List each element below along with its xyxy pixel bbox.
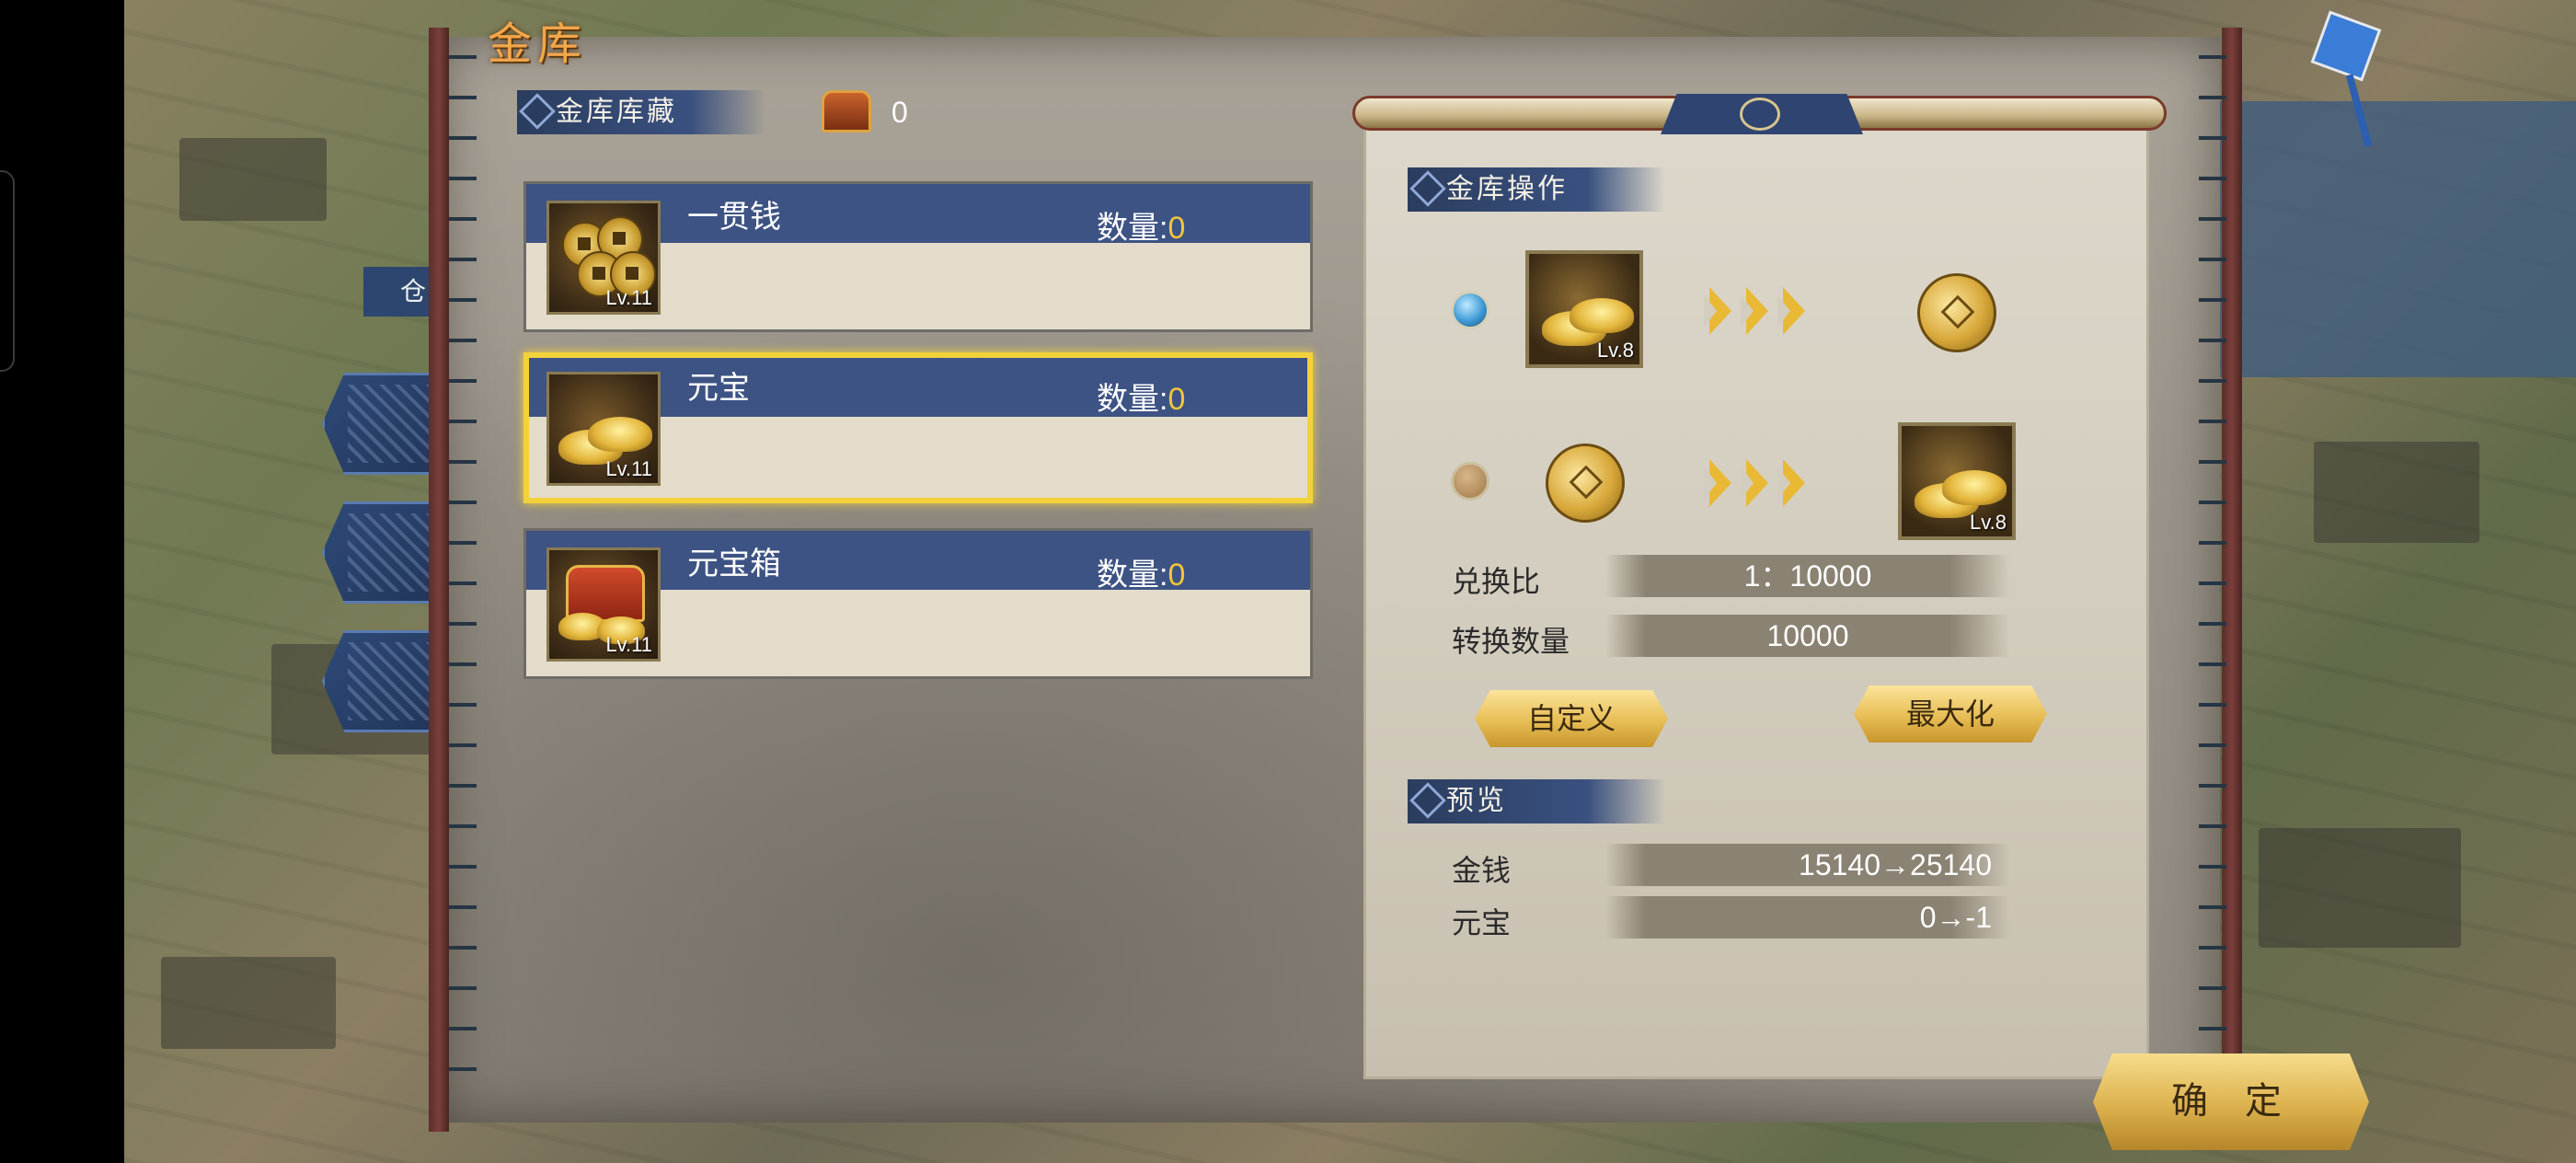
- copper-coin-icon: [1917, 273, 1996, 352]
- screen-edge: [0, 0, 124, 1163]
- ratio-label: 兑换比: [1452, 565, 1541, 598]
- treasure-chest-icon: [822, 90, 871, 132]
- ratio-value: 1：10000: [1605, 555, 2010, 597]
- diamond-icon: [1409, 170, 1446, 207]
- gold-ingot-slot-icon: Lv.8: [1525, 250, 1643, 368]
- treasury-header: 金库库藏: [517, 90, 765, 134]
- slot-level: Lv.8: [1597, 339, 1634, 362]
- preview-header: 预览: [1408, 779, 1665, 823]
- amount-value[interactable]: 10000: [1605, 615, 2010, 657]
- scroll-rod-left: [429, 28, 449, 1132]
- convert-arrows-icon: [1704, 283, 1829, 339]
- panel-title: 金库: [488, 18, 588, 70]
- treasury-item-ingot-chest[interactable]: Lv.11 元宝箱 数量:0: [523, 528, 1313, 679]
- diamond-icon: [519, 93, 556, 130]
- treasury-item-gold-ingot[interactable]: Lv.11 元宝 数量:0: [523, 352, 1313, 503]
- slot-level: Lv.8: [1970, 511, 2007, 534]
- amount-label: 转换数量: [1452, 625, 1570, 658]
- option-radio-coin-to-ingot[interactable]: [1451, 462, 1489, 501]
- operations-header-label: 金库操作: [1446, 174, 1568, 204]
- treasury-header-label: 金库库藏: [556, 97, 677, 127]
- item-name: 元宝: [687, 371, 750, 406]
- money-preview-value: 15140→25140: [1605, 844, 2010, 886]
- preview-header-label: 预览: [1446, 786, 1507, 816]
- gold-ingot-slot-icon: Lv.8: [1898, 422, 2016, 540]
- panel-border-right: [2199, 37, 2226, 1095]
- ingot-chest-icon: Lv.11: [546, 547, 661, 662]
- operations-header: 金库操作: [1408, 167, 1665, 212]
- treasury-item-coin-string[interactable]: Lv.11 一贯钱 数量:0: [523, 181, 1313, 332]
- item-level: Lv.11: [605, 457, 652, 480]
- side-tab-label: 仓: [400, 277, 427, 305]
- side-handle: [0, 170, 15, 372]
- item-level: Lv.11: [605, 633, 652, 656]
- chest-count: 0: [891, 96, 908, 129]
- money-label: 金钱: [1452, 854, 1512, 887]
- item-name: 元宝箱: [687, 547, 781, 582]
- side-tab-warehouse[interactable]: 仓: [363, 267, 437, 317]
- item-quantity: 数量:0: [1097, 382, 1186, 417]
- copper-coin-icon: [1546, 443, 1625, 523]
- gold-ingot-icon: Lv.11: [546, 372, 661, 486]
- diamond-icon: [1409, 782, 1446, 819]
- item-quantity: 数量:0: [1097, 558, 1186, 593]
- panel-border-left: [449, 37, 477, 1095]
- scroll-emblem-icon: [1661, 94, 1863, 134]
- coin-string-icon: Lv.11: [546, 201, 661, 315]
- item-level: Lv.11: [605, 286, 652, 309]
- ingot-label: 元宝: [1452, 906, 1512, 939]
- custom-button[interactable]: 自定义: [1475, 690, 1668, 747]
- convert-arrows-icon: [1704, 455, 1829, 511]
- item-name: 一贯钱: [687, 200, 781, 235]
- confirm-button[interactable]: 确定: [2093, 1054, 2369, 1150]
- item-quantity: 数量:0: [1097, 211, 1186, 246]
- ingot-preview-value: 0→-1: [1605, 896, 2010, 938]
- maximize-button[interactable]: 最大化: [1854, 685, 2047, 743]
- option-radio-ingot-to-coin[interactable]: [1451, 291, 1489, 329]
